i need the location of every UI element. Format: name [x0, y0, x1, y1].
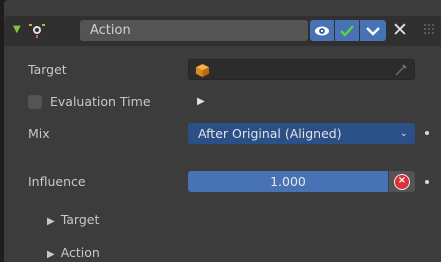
play-triangle-icon: ▶: [197, 96, 205, 107]
mix-label: Mix: [28, 126, 50, 141]
object-cube-icon: [195, 63, 210, 78]
enable-toggle[interactable]: [335, 20, 359, 41]
triangle-right-icon: ▶: [47, 216, 55, 227]
eyedropper-icon[interactable]: [394, 63, 408, 77]
subpanel-label: Target: [60, 212, 100, 227]
subpanel-action[interactable]: ▶ Action: [47, 245, 100, 260]
triangle-right-icon: ▶: [47, 249, 55, 260]
close-icon[interactable]: ✕: [390, 18, 410, 42]
check-icon: [340, 24, 354, 37]
drag-grip-icon[interactable]: [424, 22, 438, 38]
chevron-down-icon: [366, 26, 380, 36]
eye-icon: [315, 26, 329, 35]
chevron-down-icon: ⌄: [399, 128, 408, 139]
subpanel-label: Action: [60, 245, 100, 260]
evaluation-time-checkbox[interactable]: [28, 95, 42, 109]
target-label: Target: [28, 62, 67, 77]
mix-dropdown[interactable]: After Original (Aligned) ⌄: [188, 123, 415, 144]
influence-slider[interactable]: 1.000: [188, 171, 388, 192]
keyframe-dot[interactable]: [425, 180, 429, 184]
constraint-name-field[interactable]: Action: [80, 20, 308, 41]
evaluation-time-label: Evaluation Time: [50, 94, 151, 109]
x-circle-icon: ×: [394, 174, 410, 190]
target-field[interactable]: [188, 59, 415, 80]
options-dropdown-button[interactable]: [360, 20, 386, 41]
keyframe-dot[interactable]: [425, 131, 429, 135]
visibility-toggle[interactable]: [310, 20, 334, 41]
mix-value: After Original (Aligned): [198, 126, 342, 141]
subpanel-target[interactable]: ▶ Target: [47, 212, 99, 227]
action-constraint-icon: [29, 24, 45, 38]
disable-keep-transform-button[interactable]: ×: [389, 171, 415, 192]
triangle-down-icon[interactable]: ▼: [13, 24, 21, 35]
influence-label: Influence: [28, 174, 86, 189]
